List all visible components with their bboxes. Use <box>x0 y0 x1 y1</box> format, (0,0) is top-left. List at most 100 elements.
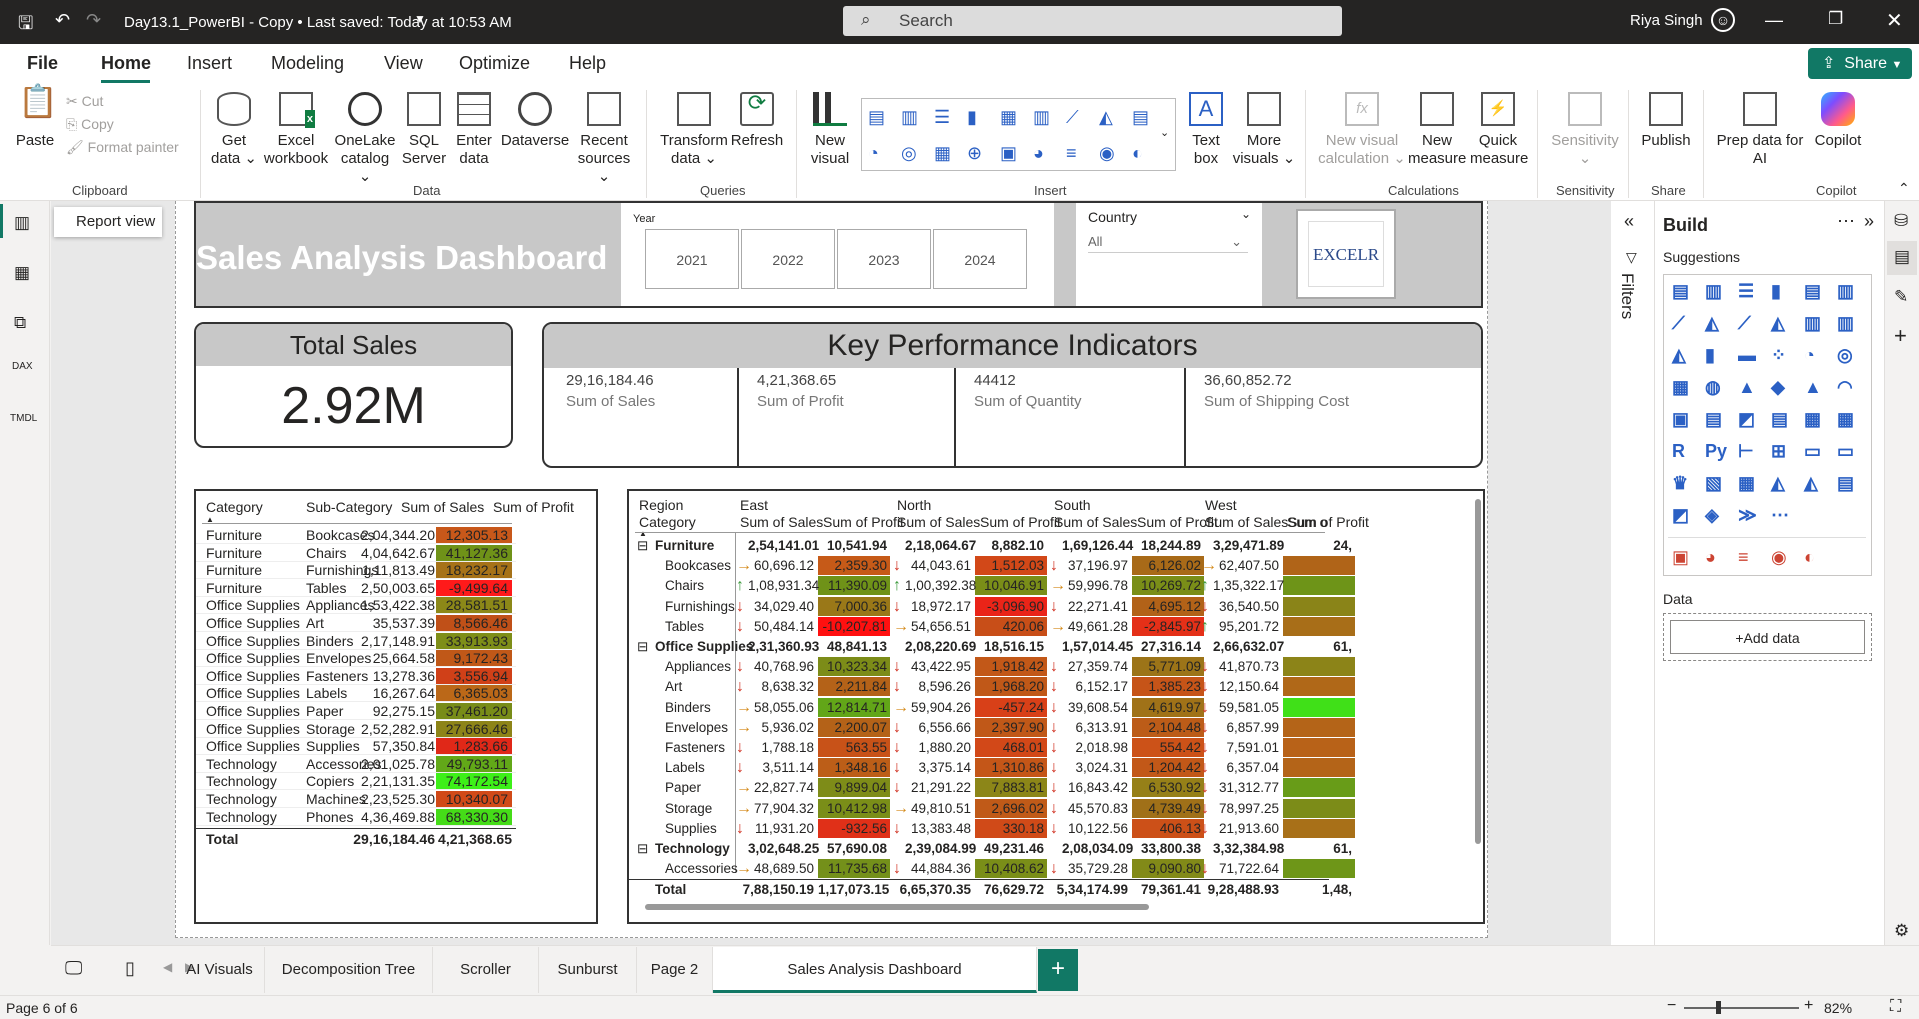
visualization-type-icon[interactable]: ▦ <box>1837 409 1854 430</box>
quick-measure-button[interactable]: ⚡ Quick measure <box>1470 92 1528 168</box>
data-pane-icon[interactable]: ⛁ <box>1894 211 1908 231</box>
tab-scroll-left-icon[interactable]: ◀ <box>163 960 172 974</box>
table-row[interactable]: Technology Phones 4,36,469.88 68,330.30 <box>196 808 516 826</box>
table-row[interactable]: Technology Accessories 2,01,025.78 49,793.1… <box>196 755 516 773</box>
add-page-button[interactable]: + <box>1038 949 1078 991</box>
visualization-type-icon[interactable]: ▥ <box>1804 313 1821 334</box>
menu-insert[interactable]: Insert <box>187 53 232 74</box>
gallery-visual-icon[interactable]: ▣ <box>1000 143 1017 164</box>
model-view-icon[interactable]: ⧉ <box>14 313 26 333</box>
custom-visual-icon[interactable]: ◉ <box>1771 547 1787 568</box>
visualization-type-icon[interactable]: ◭ <box>1705 313 1719 334</box>
gallery-visual-icon[interactable]: ▤ <box>868 107 885 128</box>
menu-help[interactable]: Help <box>569 53 606 74</box>
country-dropdown[interactable]: All ⌄ <box>1088 231 1248 253</box>
collapse-ribbon-icon[interactable]: ⌃ <box>1898 180 1910 197</box>
custom-visual-icon[interactable]: ◕ <box>1705 547 1716 568</box>
visualization-type-icon[interactable]: ⊢ <box>1738 441 1754 462</box>
matrix-row[interactable]: Bookcases → 2,359.30 60,696.12 ↓ 1,512.03 44,0… <box>629 556 1355 576</box>
visualization-type-icon[interactable]: R <box>1672 441 1685 462</box>
table-row[interactable]: Office Supplies Labels 16,267.64 6,365.03 <box>196 685 516 703</box>
excel-workbook-button[interactable]: x Excel workbook <box>262 92 330 168</box>
gallery-visual-icon[interactable]: ≡ <box>1066 143 1077 164</box>
visualization-type-icon[interactable]: ▦ <box>1804 409 1821 430</box>
table-row[interactable]: Office Supplies Envelopes 25,664.58 9,172.4… <box>196 650 516 668</box>
cut-button[interactable]: ✂ Cut <box>66 92 103 110</box>
sql-server-button[interactable]: SQL Server <box>400 92 448 168</box>
publish-button[interactable]: Publish <box>1638 92 1694 150</box>
table-row[interactable]: Office Supplies Fasteners 13,278.36 3,556.9… <box>196 667 516 685</box>
gallery-visual-icon[interactable]: ◉ <box>1099 143 1115 164</box>
region-header[interactable]: South <box>1054 497 1091 513</box>
table-row[interactable]: Office Supplies Art 35,537.39 8,566.46 <box>196 615 516 632</box>
collapse-icon[interactable]: ⊟ <box>637 839 648 859</box>
matrix-row[interactable]: Labels ↓ 1,348.16 3,511.14 ↓ 1,310.86 3,375.14… <box>629 758 1355 778</box>
copilot-button[interactable]: Copilot <box>1808 92 1868 150</box>
gallery-visual-icon[interactable]: ◐ <box>1132 143 1143 164</box>
matrix-row[interactable]: Supplies ↓ -932.56 11,931.20 ↓ 330.18 13,383.4… <box>629 818 1355 839</box>
visualization-type-icon[interactable]: ▤ <box>1771 409 1788 430</box>
minimize-icon[interactable]: — <box>1765 10 1783 31</box>
visualization-type-icon[interactable]: ≫ <box>1738 505 1757 526</box>
visual-gallery[interactable]: ▤ ▥ ☰ ▮ ▦ ▥ ⟋ ◭ ▤ ◔ ◎ ▦ ⊕ ▣ ◕ ≡ ◉ ◐ <box>861 98 1176 171</box>
visualization-type-icon[interactable]: ▦ <box>1738 473 1755 494</box>
matrix-row[interactable]: Chairs ↑ 11,390.09 1,08,931.34 ↑ 10,046.91 1,0… <box>629 576 1355 596</box>
copy-button[interactable]: ⎘ Copy <box>66 115 114 133</box>
visualization-type-icon[interactable]: ◭ <box>1771 313 1785 334</box>
sales-column-header[interactable]: Sum of Sales <box>1054 514 1137 530</box>
visualization-type-icon[interactable]: ◠ <box>1837 377 1853 398</box>
gallery-visual-icon[interactable]: ▦ <box>934 143 951 164</box>
desktop-layout-icon[interactable]: 🖵 <box>65 958 82 979</box>
sensitivity-button[interactable]: Sensitivity ⌄ <box>1547 92 1623 168</box>
redo-icon[interactable]: ↷ <box>86 10 101 31</box>
sales-column-header[interactable]: Sum of Sales <box>1205 514 1288 530</box>
recent-sources-button[interactable]: Recent sources ⌄ <box>572 92 636 186</box>
sales-column-header[interactable]: Sum of Sales <box>740 514 823 530</box>
table-row[interactable]: Furniture Bookcases 2,04,344.20 12,305.13 <box>196 527 516 544</box>
matrix-row[interactable]: Paper → 9,899.04 22,827.74 ↓ 7,883.81 21,291.2… <box>629 778 1355 798</box>
visualization-type-icon[interactable]: ▲ <box>1738 377 1756 398</box>
gallery-visual-icon[interactable]: ☰ <box>934 107 950 128</box>
zoom-out-icon[interactable]: − <box>1667 997 1676 1015</box>
visualization-type-icon[interactable]: ☰ <box>1738 281 1754 302</box>
table-row[interactable]: Technology Machines 2,23,525.30 10,340.07 <box>196 791 516 808</box>
expand-filters-icon[interactable]: « <box>1624 211 1634 232</box>
search-box[interactable]: ⌕ Search <box>843 6 1342 36</box>
visualization-type-icon[interactable]: ◭ <box>1771 473 1785 494</box>
transform-data-button[interactable]: Transform data ⌄ <box>660 92 728 168</box>
menu-home[interactable]: Home <box>101 53 151 74</box>
tmdl-view-icon[interactable]: TMDL <box>10 413 37 424</box>
region-header[interactable]: West <box>1205 497 1237 513</box>
undo-icon[interactable]: ↶ <box>55 10 70 31</box>
collapse-icon[interactable]: ⊟ <box>637 536 648 556</box>
year-slicer[interactable]: Year 2021 2022 2023 2024 <box>621 203 1054 306</box>
group-row[interactable]: ⊟ Office Supplies 48,841.13 2,31,360.93 18,5… <box>629 637 1352 657</box>
build-icon[interactable]: ▤ <box>1894 247 1910 267</box>
share-button[interactable]: ⇪ Share ▼ <box>1808 48 1912 79</box>
visualization-type-icon[interactable]: ▮ <box>1705 345 1715 366</box>
visualization-type-icon[interactable]: ▧ <box>1705 473 1722 494</box>
matrix-row[interactable]: Accessories → 11,735.68 48,689.50 ↓ 10,408.62… <box>629 859 1355 879</box>
gallery-visual-icon[interactable]: ◎ <box>901 143 917 164</box>
custom-visual-icon[interactable]: ◐ <box>1804 547 1815 568</box>
mobile-layout-icon[interactable]: ▯ <box>125 958 135 979</box>
paste-button[interactable]: 📋 Paste <box>10 85 60 150</box>
visualization-type-icon[interactable]: ▦ <box>1672 377 1689 398</box>
restore-icon[interactable]: ❐ <box>1828 9 1843 29</box>
group-row[interactable]: ⊟ Furniture 10,541.94 2,54,141.01 8,882.10 2,… <box>629 536 1352 556</box>
fit-to-page-icon[interactable]: ⛶ <box>1890 998 1901 1016</box>
table-row[interactable]: Office Supplies Paper 92,275.15 37,461.20 <box>196 703 516 720</box>
gallery-expand-icon[interactable]: ⌄ <box>1160 126 1169 139</box>
dataverse-button[interactable]: Dataverse <box>500 92 570 150</box>
refresh-button[interactable]: ⟳ Refresh <box>730 92 784 150</box>
visualization-type-icon[interactable]: ◆ <box>1771 377 1785 398</box>
document-title[interactable]: Day13.1_PowerBI - Copy • Last saved: Tod… <box>124 14 512 31</box>
tab-scroller[interactable]: Scroller <box>433 947 539 993</box>
visualization-type-icon[interactable]: ⟋ <box>1738 313 1751 334</box>
visualization-type-icon[interactable]: ◩ <box>1672 505 1689 526</box>
visualization-type-icon[interactable]: ▥ <box>1705 281 1722 302</box>
gallery-visual-icon[interactable]: ▥ <box>901 107 918 128</box>
region-header[interactable]: East <box>740 497 768 513</box>
visualization-type-icon[interactable]: ▥ <box>1837 281 1854 302</box>
custom-visual-icon[interactable]: ≡ <box>1738 547 1749 568</box>
